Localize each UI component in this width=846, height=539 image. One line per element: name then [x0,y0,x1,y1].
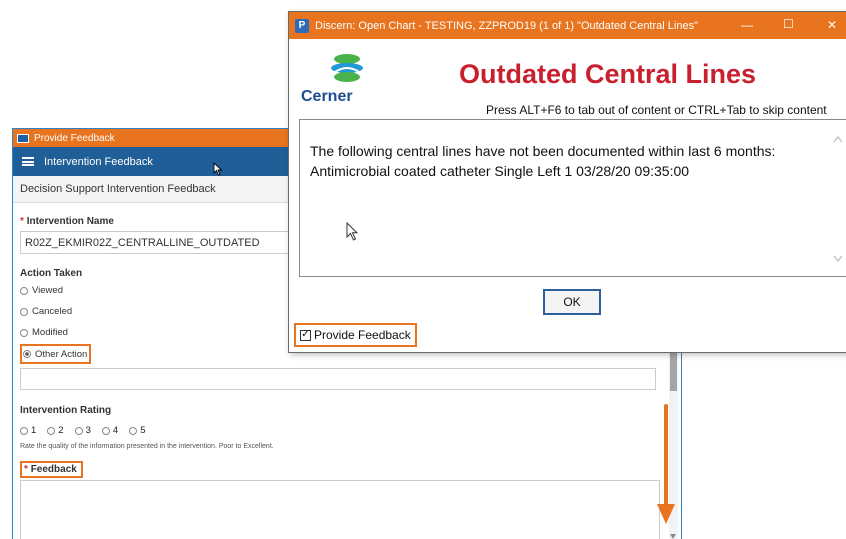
scroll-down-annotation-arrow-icon [657,404,675,524]
rating-option-5[interactable]: 5 [129,425,145,436]
radio-icon[interactable] [129,426,138,435]
radio-icon[interactable] [101,426,110,435]
rating-label: 2 [58,425,64,436]
content-scrollbar[interactable] [830,120,846,276]
checkbox-checked-icon[interactable]: ✓ [300,329,311,341]
radio-icon[interactable] [20,328,28,337]
feedback-window-title: Provide Feedback [34,132,115,144]
provide-feedback-checkbox[interactable]: ✓ Provide Feedback [294,323,417,347]
dialog-titlebar: P Discern: Open Chart - TESTING, ZZPROD1… [289,12,846,39]
radio-icon[interactable] [20,307,28,316]
discern-dialog: P Discern: Open Chart - TESTING, ZZPROD1… [288,11,846,353]
alert-line-1: The following central lines have not bee… [310,143,776,159]
cerner-logo-icon [331,54,363,82]
radio-other-action[interactable]: Other Action [20,344,92,364]
rating-option-1[interactable]: 1 [20,425,36,436]
alert-content: The following central lines have not bee… [299,119,846,277]
rating-label: 5 [140,425,146,436]
dialog-heading: Outdated Central Lines [459,59,757,89]
feedback-label: * Feedback [20,461,83,478]
close-icon[interactable]: ✕ [827,18,837,32]
window-icon [17,133,29,143]
discern-app-icon: P [295,18,309,33]
feedback-textarea[interactable] [20,480,660,539]
header-title: Intervention Feedback [44,155,153,168]
radio-icon[interactable] [20,426,28,435]
intervention-name-label-text: Intervention Name [26,216,114,227]
intervention-rating-label: Intervention Rating [20,405,112,416]
scroll-down-arrow-icon[interactable] [670,534,676,539]
rating-option-4[interactable]: 4 [101,425,119,436]
radio-viewed-label: Viewed [32,285,63,296]
radio-icon[interactable] [47,426,56,435]
radio-icon[interactable] [74,426,83,435]
radio-icon[interactable] [20,286,28,295]
mouse-cursor-icon [346,222,359,241]
other-action-field[interactable] [20,368,656,390]
feedback-label-text: Feedback [30,464,77,475]
dialog-title: Discern: Open Chart - TESTING, ZZPROD19 … [315,19,698,32]
required-marker: * [20,216,24,227]
rating-options: 1 2 3 4 5 [20,425,674,436]
mouse-cursor-icon [213,162,223,176]
rating-label: 4 [112,425,119,436]
rating-option-3[interactable]: 3 [74,425,91,436]
minimize-icon[interactable]: — [741,18,753,32]
alert-line-2: Antimicrobial coated catheter Single Lef… [310,163,690,179]
hamburger-menu-icon[interactable] [22,157,34,166]
rating-hint: Rate the quality of the information pres… [20,443,274,450]
rating-option-2[interactable]: 2 [47,425,64,436]
cerner-logo: Cerner [299,52,389,106]
radio-modified-label: Modified [32,327,68,338]
ok-button[interactable]: OK [543,289,601,315]
provide-feedback-label: Provide Feedback [314,328,411,342]
rating-label: 1 [31,425,37,436]
required-marker: * [24,464,28,475]
radio-selected-icon[interactable] [23,350,31,358]
radio-canceled-label: Canceled [32,306,73,317]
maximize-icon[interactable]: ☐ [783,17,794,31]
logo-text: Cerner [301,88,353,105]
scrollbar-arrows-icon[interactable] [830,120,846,276]
rating-label: 3 [85,425,91,436]
radio-other-action-label: Other Action [35,348,88,360]
keyboard-hint: Press ALT+F6 to tab out of content or CT… [486,103,827,117]
